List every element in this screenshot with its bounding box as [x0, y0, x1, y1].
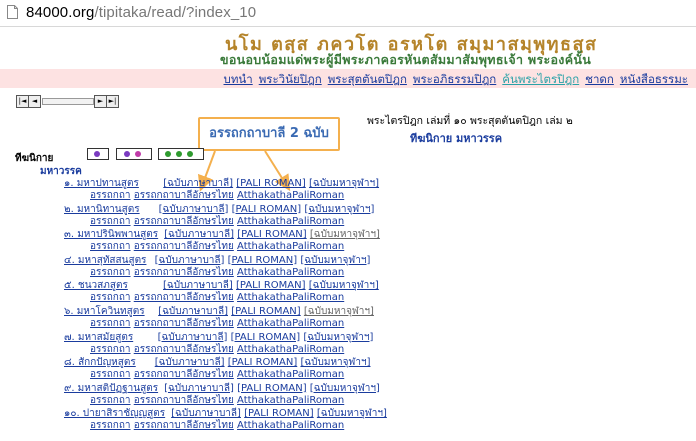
last-icon: ►|	[108, 97, 117, 105]
commentary-roman-link[interactable]: AtthakathaPaliRoman	[237, 420, 344, 431]
last-page-button[interactable]: ►|	[106, 95, 119, 108]
commentary-thai-link[interactable]: อรรถกถาบาลีอักษรไทย	[134, 420, 234, 431]
commentary-link[interactable]: อรรถกถา	[90, 190, 131, 201]
page-subtitle: ขอนอบน้อมแด่พระผู้มีพระภาคอรหันตสัมมาสัม…	[220, 52, 592, 67]
prev-page-button[interactable]: ◄	[28, 95, 41, 108]
next-icon: ►	[97, 97, 104, 105]
url-path: /tipitaka/read/?index_10	[94, 4, 257, 21]
commentary-thai-link[interactable]: อรรถกถาบาลีอักษรไทย	[134, 344, 234, 355]
volume-section: ทีฆนิกาย มหาวรรค	[410, 132, 503, 145]
nav-link-4[interactable]: ค้นพระไตรปิฎก	[502, 72, 579, 86]
commentary-thai-link[interactable]: อรรถกถาบาลีอักษรไทย	[134, 241, 234, 252]
commentary-link[interactable]: อรรถกถา	[90, 420, 131, 431]
url-domain: 84000.org	[26, 4, 95, 21]
callout-text: อรรถกถาบาลี 2 ฉบับ	[209, 126, 329, 141]
volume-info: พระไตรปิฎก เล่มที่ ๑๐ พระสุตตันตปิฎก เล่…	[367, 115, 573, 127]
nav-link-1[interactable]: พระวินัยปิฎก	[259, 72, 322, 86]
commentary-roman-link[interactable]: AtthakathaPaliRoman	[237, 190, 344, 201]
nav-link-3[interactable]: พระอภิธรรมปิฎก	[413, 72, 496, 86]
commentary-thai-link[interactable]: อรรถกถาบาลีอักษรไทย	[134, 267, 234, 278]
commentary-link[interactable]: อรรถกถา	[90, 216, 131, 227]
commentary-link[interactable]: อรรถกถา	[90, 241, 131, 252]
commentary-roman-link[interactable]: AtthakathaPaliRoman	[237, 241, 344, 252]
commentary-roman-link[interactable]: AtthakathaPaliRoman	[237, 318, 344, 329]
commentary-roman-link[interactable]: AtthakathaPaliRoman	[237, 369, 344, 380]
nav-links: บทนำ พระวินัยปิฎก พระสุตตันตปิฎก พระอภิธรรม…	[218, 71, 688, 89]
nav-link-2[interactable]: พระสุตตันตปิฎก	[328, 72, 407, 86]
commentary-thai-link[interactable]: อรรถกถาบาลีอักษรไทย	[134, 292, 234, 303]
nav-link-0[interactable]: บทนำ	[224, 72, 253, 86]
commentary-roman-link[interactable]: AtthakathaPaliRoman	[237, 267, 344, 278]
commentary-thai-link[interactable]: อรรถกถาบาลีอักษรไทย	[134, 216, 234, 227]
commentary-thai-link[interactable]: อรรถกถาบาลีอักษรไทย	[134, 369, 234, 380]
volume-pager: |◄ ◄ ► ►|	[16, 95, 119, 108]
commentary-link[interactable]: อรรถกถา	[90, 344, 131, 355]
commentary-roman-link[interactable]: AtthakathaPaliRoman	[237, 216, 344, 227]
nav-link-5[interactable]: ชาดก	[585, 72, 614, 86]
first-icon: |◄	[18, 97, 27, 105]
address-bar[interactable]: 84000.org/tipitaka/read/?index_10	[0, 0, 696, 27]
view-three-icon[interactable]	[158, 148, 204, 160]
annotation-callout: อรรถกถาบาลี 2 ฉบับ	[198, 117, 340, 151]
commentary-roman-link[interactable]: AtthakathaPaliRoman	[237, 344, 344, 355]
commentary-row: อรรถกถา อรรถกถาบาลีอักษรไทย AtthakathaPa…	[90, 418, 344, 433]
view-one-icon[interactable]	[87, 148, 109, 160]
url-text[interactable]: 84000.org/tipitaka/read/?index_10	[26, 4, 256, 21]
pager-track[interactable]	[42, 98, 94, 105]
commentary-thai-link[interactable]: อรรถกถาบาลีอักษรไทย	[134, 395, 234, 406]
commentary-link[interactable]: อรรถกถา	[90, 292, 131, 303]
page-icon	[7, 5, 18, 19]
commentary-link[interactable]: อรรถกถา	[90, 267, 131, 278]
commentary-roman-link[interactable]: AtthakathaPaliRoman	[237, 395, 344, 406]
commentary-link[interactable]: อรรถกถา	[90, 395, 131, 406]
commentary-thai-link[interactable]: อรรถกถาบาลีอักษรไทย	[134, 318, 234, 329]
nav-bar: บทนำ พระวินัยปิฎก พระสุตตันตปิฎก พระอภิธรรม…	[0, 69, 696, 88]
prev-icon: ◄	[31, 97, 38, 105]
commentary-roman-link[interactable]: AtthakathaPaliRoman	[237, 292, 344, 303]
commentary-thai-link[interactable]: อรรถกถาบาลีอักษรไทย	[134, 190, 234, 201]
nav-link-6[interactable]: หนังสือธรรมะ	[620, 72, 688, 86]
view-two-icon[interactable]	[116, 148, 152, 160]
commentary-link[interactable]: อรรถกถา	[90, 318, 131, 329]
commentary-link[interactable]: อรรถกถา	[90, 369, 131, 380]
